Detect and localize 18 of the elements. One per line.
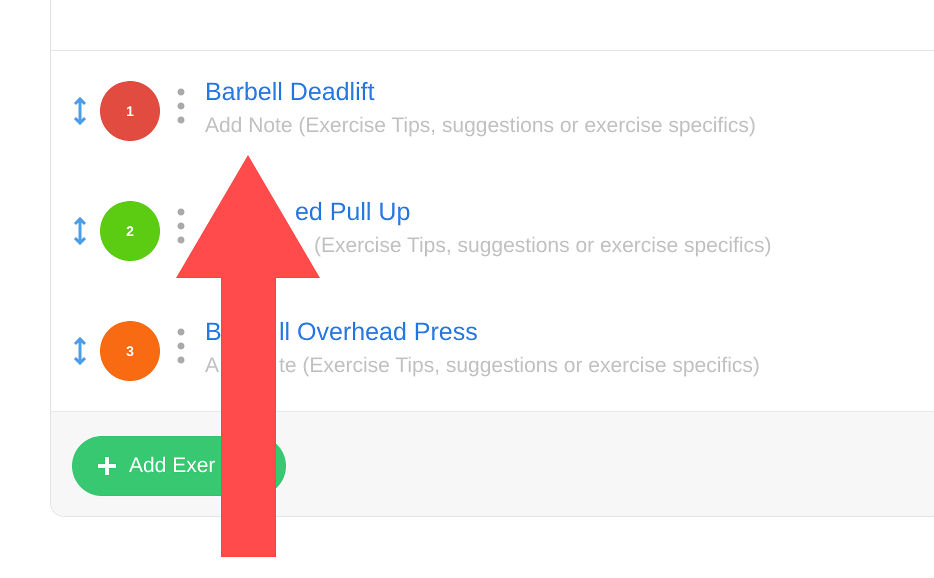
note-placeholder[interactable]: Add Note (Exercise Tips, suggestions or exercise specifics) bbox=[205, 113, 756, 139]
exercise-name-link[interactable]: Barbell Deadlift bbox=[205, 77, 375, 107]
note-placeholder[interactable]: (Exercise Tips, suggestions or exercise specifics) bbox=[314, 233, 772, 259]
exercise-name-link[interactable]: ed Pull Up bbox=[295, 197, 410, 227]
exercise-number: 2 bbox=[100, 201, 160, 261]
note-placeholder[interactable]: te (Exercise Tips, suggestions or exercise specifics) bbox=[279, 353, 760, 379]
exercise-name-link[interactable]: ll Overhead Press bbox=[279, 317, 478, 347]
plus-icon bbox=[97, 456, 117, 476]
more-options-icon[interactable] bbox=[177, 328, 185, 364]
reorder-icon[interactable] bbox=[73, 96, 87, 126]
note-placeholder[interactable]: A bbox=[205, 354, 220, 376]
exercise-number: 3 bbox=[100, 321, 160, 381]
more-options-icon[interactable] bbox=[177, 88, 185, 124]
reorder-icon[interactable] bbox=[73, 336, 87, 366]
more-options-icon[interactable] bbox=[177, 208, 185, 244]
exercise-number: 1 bbox=[100, 81, 160, 141]
reorder-icon[interactable] bbox=[73, 216, 87, 246]
exercise-name-link[interactable]: B bbox=[205, 318, 222, 346]
